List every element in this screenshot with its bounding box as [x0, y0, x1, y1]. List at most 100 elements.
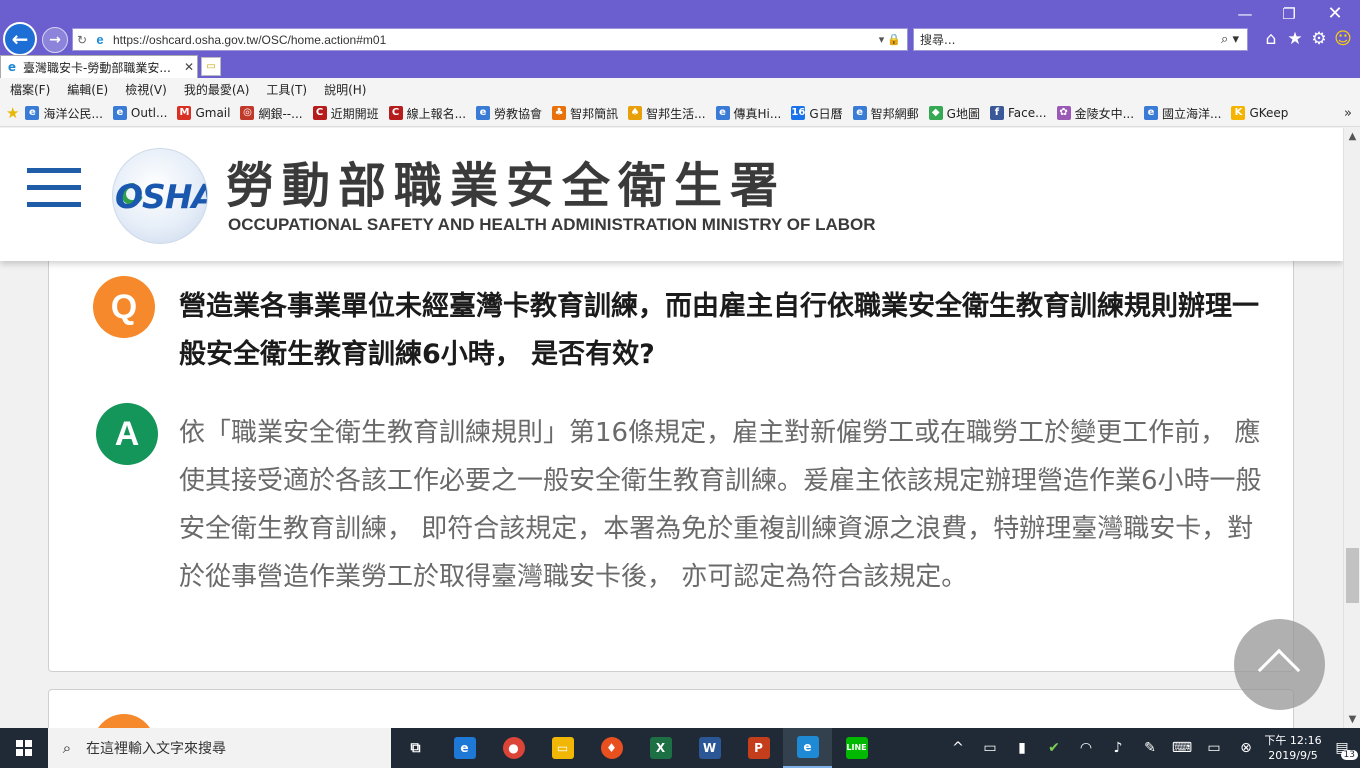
windows-taskbar: ⌕ 在這裡輸入文字來搜尋 ⧉ e ● ▭ ♦ X W P e LINE ^ ▭ … — [0, 728, 1360, 768]
forward-button[interactable]: → — [42, 27, 68, 53]
arrow-right-icon: → — [49, 32, 61, 48]
favorite-item[interactable]: 16 G日曆 — [791, 105, 843, 122]
favorite-label: 網銀--... — [258, 106, 303, 121]
new-tab-button[interactable]: ▭ — [201, 57, 221, 76]
question-badge: Q — [93, 276, 155, 338]
site-header: OSHA 勞動部職業安全衛生署 OCCUPATIONAL SAFETY AND … — [0, 128, 1343, 261]
scroll-down-icon[interactable]: ▼ — [1344, 711, 1360, 728]
taskbar-search-input[interactable]: 在這裡輸入文字來搜尋 — [86, 738, 226, 758]
favorite-item[interactable]: C 線上報名... — [388, 105, 466, 122]
scroll-up-icon[interactable]: ▲ — [1344, 128, 1360, 145]
dropdown-lock-icon[interactable]: ▾ 🔒 — [873, 33, 907, 46]
favorites-star-icon[interactable]: ★ — [1284, 28, 1306, 50]
favorite-site-icon: M — [177, 106, 192, 120]
keyboard-icon[interactable]: ⌨ — [1166, 740, 1198, 756]
favorite-item[interactable]: ◆ G地圖 — [928, 105, 980, 122]
favorite-item[interactable]: e 傳真Hi... — [715, 105, 782, 122]
next-qa-card — [48, 689, 1294, 728]
address-bar[interactable]: ↻ e https://oshcard.osha.gov.tw/OSC/home… — [72, 28, 908, 51]
tray-app-icon[interactable]: ▭ — [974, 740, 1006, 756]
browser-tab[interactable]: e 臺灣職安卡-勞動部職業安... ✕ — [0, 55, 198, 78]
favorite-item[interactable]: e 國立海洋... — [1144, 105, 1221, 122]
browser-search-box[interactable]: 搜尋... ⌕ ▾ — [913, 28, 1248, 51]
action-center-button[interactable]: ▤ 13 — [1324, 740, 1360, 760]
favorite-item[interactable]: C 近期開班 — [312, 105, 379, 122]
home-icon[interactable]: ⌂ — [1260, 28, 1282, 50]
balloon-app-icon[interactable]: ♦ — [587, 728, 636, 768]
task-view-icon[interactable]: ⧉ — [391, 728, 440, 768]
org-title-chinese: 勞動部職業安全衛生署 — [226, 158, 787, 214]
menu-view[interactable]: 檢視(V) — [125, 81, 167, 98]
favorite-label: 傳真Hi... — [733, 106, 782, 121]
logo-text: OSHA — [115, 177, 208, 216]
start-button[interactable] — [0, 728, 48, 768]
menu-tools[interactable]: 工具(T) — [266, 81, 307, 98]
file-explorer-icon[interactable]: ▭ — [538, 728, 587, 768]
search-input[interactable]: 搜尋... — [914, 31, 1213, 48]
favorite-item[interactable]: e 智邦網郵 — [852, 105, 919, 122]
favorite-item[interactable]: K GKeep — [1231, 106, 1288, 120]
internet-explorer-icon[interactable]: e — [783, 728, 832, 768]
menu-file[interactable]: 檔案(F) — [10, 81, 50, 98]
favorite-item[interactable]: M Gmail — [177, 106, 230, 120]
line-app-icon[interactable]: LINE — [832, 728, 881, 768]
favorites-bar: ★ e 海洋公民... e Outl... M Gmail ◎ 網銀--... C 近期開班 C 線上… — [0, 100, 1360, 127]
add-favorite-star-icon[interactable]: ★ — [6, 104, 19, 122]
favorite-site-icon: ✿ — [1056, 106, 1071, 120]
refresh-icon[interactable]: ↻ — [73, 33, 91, 47]
chrome-icon[interactable]: ● — [489, 728, 538, 768]
edge-icon[interactable]: e — [440, 728, 489, 768]
back-to-top-button[interactable] — [1234, 619, 1325, 710]
menu-favorites[interactable]: 我的最愛(A) — [184, 81, 250, 98]
favorite-site-icon: ◎ — [240, 106, 255, 120]
excel-icon[interactable]: X — [636, 728, 685, 768]
battery-icon[interactable]: ▮ — [1006, 740, 1038, 756]
favorite-label: G日曆 — [809, 106, 843, 121]
favorite-label: G地圖 — [946, 106, 980, 121]
favorite-item[interactable]: ✿ 金陵女中... — [1056, 105, 1134, 122]
wifi-icon[interactable]: ◠ — [1070, 740, 1102, 756]
menu-bar: 檔案(F) 編輯(E) 檢視(V) 我的最愛(A) 工具(T) 說明(H) — [0, 78, 1360, 100]
show-hidden-icons-chevron-icon[interactable]: ^ — [942, 740, 974, 756]
hamburger-menu-icon[interactable] — [27, 168, 81, 208]
favorite-item[interactable]: f Face... — [989, 106, 1047, 120]
pen-icon[interactable]: ✎ — [1134, 740, 1166, 756]
powerpoint-icon[interactable]: P — [734, 728, 783, 768]
volume-icon[interactable]: ♪ — [1102, 740, 1134, 756]
favorite-label: 智邦簡訊 — [570, 106, 619, 121]
search-icon[interactable]: ⌕ ▾ — [1213, 32, 1247, 47]
favorite-label: 智邦生活... — [646, 106, 706, 121]
url-text[interactable]: https://oshcard.osha.gov.tw/OSC/home.act… — [109, 33, 873, 47]
favorite-item[interactable]: e Outl... — [112, 106, 167, 120]
favorite-item[interactable]: ♣ 智邦簡訊 — [552, 105, 618, 122]
tab-close-icon[interactable]: ✕ — [181, 60, 197, 74]
favorite-site-icon: e — [1144, 106, 1159, 120]
vertical-scrollbar[interactable]: ▲ ▼ — [1343, 128, 1360, 728]
monitor-icon[interactable]: ▭ — [1198, 740, 1230, 756]
favorite-site-icon: ♣ — [552, 106, 567, 120]
smiley-feedback-icon[interactable]: ☺ — [1332, 28, 1354, 50]
favorite-site-icon: e — [476, 106, 491, 120]
taskbar-clock[interactable]: 下午 12:16 2019/9/5 — [1262, 733, 1324, 763]
osha-logo[interactable]: OSHA — [112, 148, 208, 244]
chevron-up-icon — [1257, 648, 1301, 692]
gear-icon[interactable]: ⚙ — [1308, 28, 1330, 50]
close-circle-icon[interactable]: ⊗ — [1230, 740, 1262, 756]
menu-help[interactable]: 說明(H) — [324, 81, 366, 98]
favorite-site-icon: e — [852, 106, 867, 120]
favorites-more-icon[interactable]: » — [1344, 106, 1352, 121]
minimize-button[interactable]: — — [1230, 4, 1260, 24]
close-window-button[interactable]: ✕ — [1320, 4, 1350, 24]
menu-edit[interactable]: 編輯(E) — [67, 81, 108, 98]
scroll-thumb[interactable] — [1346, 548, 1359, 603]
security-icon[interactable]: ✔ — [1038, 740, 1070, 756]
favorite-item[interactable]: ♠ 智邦生活... — [628, 105, 706, 122]
back-button[interactable]: ← — [3, 22, 37, 56]
taskbar-search[interactable]: ⌕ 在這裡輸入文字來搜尋 — [48, 728, 391, 768]
word-icon[interactable]: W — [685, 728, 734, 768]
favorite-item[interactable]: ◎ 網銀--... — [240, 105, 303, 122]
arrow-left-icon: ← — [11, 27, 29, 51]
favorite-item[interactable]: e 海洋公民... — [25, 105, 103, 122]
maximize-button[interactable]: ❐ — [1274, 4, 1304, 24]
favorite-item[interactable]: e 勞教協會 — [476, 105, 542, 122]
